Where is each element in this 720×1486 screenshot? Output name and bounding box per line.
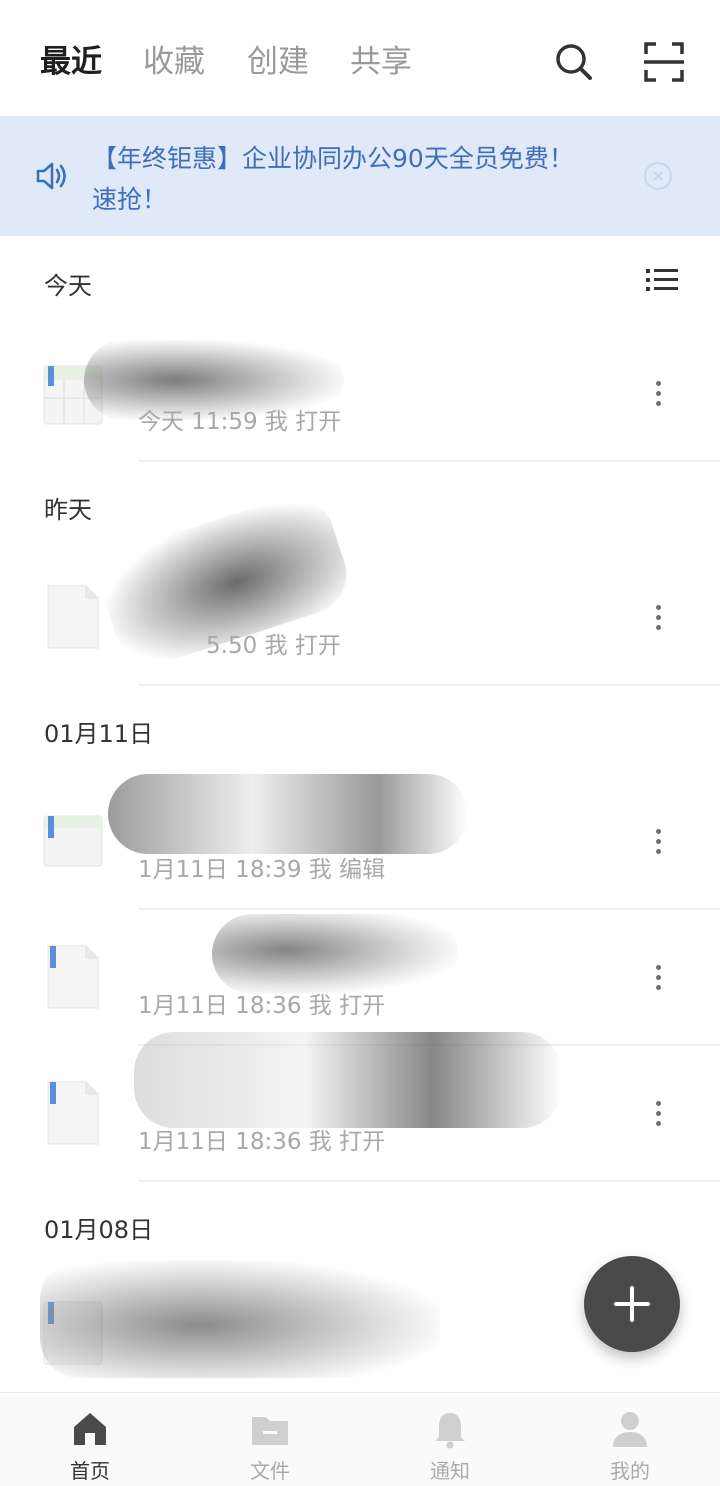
section-label-yesterday: 昨天 [44, 496, 92, 524]
search-icon[interactable] [550, 38, 598, 86]
redacted-filename [40, 1260, 440, 1378]
nav-label: 我的 [610, 1459, 650, 1483]
nav-home[interactable]: 首页 [0, 1393, 180, 1486]
redacted-filename [108, 774, 468, 854]
file-meta: 1月11日 18:36 我 打开 [138, 1129, 386, 1155]
more-options-icon[interactable] [640, 960, 676, 1004]
file-row[interactable]: 5.50 我 打开 [0, 485, 720, 686]
home-icon [70, 1409, 110, 1449]
document-icon [42, 584, 104, 650]
more-options-icon[interactable] [640, 600, 676, 644]
create-new-button[interactable] [584, 1256, 680, 1352]
nav-label: 文件 [250, 1459, 290, 1483]
document-icon [42, 944, 104, 1010]
section-label-today: 今天 [44, 272, 92, 300]
banner-text[interactable]: 【年终钜惠】企业协同办公90天全员免费！速抢！ [92, 138, 592, 220]
person-icon [610, 1409, 650, 1449]
more-options-icon[interactable] [640, 376, 676, 420]
nav-label: 首页 [70, 1459, 110, 1483]
document-icon [42, 1080, 104, 1146]
tab-favorites[interactable]: 收藏 [143, 40, 205, 84]
redacted-filename [134, 1032, 562, 1128]
tab-created[interactable]: 创建 [247, 40, 309, 84]
nav-notifications[interactable]: 通知 [360, 1393, 540, 1486]
more-options-icon[interactable] [640, 824, 676, 868]
file-meta: 今天 11:59 我 打开 [138, 409, 342, 435]
file-row[interactable]: 1月11日 18:39 我 编辑 [0, 774, 720, 910]
file-row[interactable]: 1月11日 18:36 我 打开 [0, 1032, 720, 1182]
bell-icon [430, 1409, 470, 1449]
file-row[interactable]: 今天 11:59 我 打开 [0, 326, 720, 462]
nav-files[interactable]: 文件 [180, 1393, 360, 1486]
file-meta: 1月11日 18:39 我 编辑 [138, 857, 386, 883]
nav-label: 通知 [430, 1459, 470, 1483]
file-meta: 5.50 我 打开 [206, 633, 341, 659]
nav-profile[interactable]: 我的 [540, 1393, 720, 1486]
tab-recent[interactable]: 最近 [40, 40, 102, 84]
tab-shared[interactable]: 共享 [350, 40, 412, 84]
spreadsheet-icon [42, 814, 104, 880]
list-view-icon[interactable] [644, 264, 680, 296]
file-meta: 1月11日 18:36 我 打开 [138, 993, 386, 1019]
divider [138, 684, 720, 686]
more-options-icon[interactable] [640, 1096, 676, 1140]
section-label-jan08: 01月08日 [44, 1216, 154, 1244]
bottom-navigation: 首页 文件 通知 我的 [0, 1392, 720, 1486]
divider [138, 460, 720, 462]
plus-icon [614, 1286, 650, 1322]
divider [138, 1180, 720, 1182]
speaker-icon [34, 160, 70, 196]
scan-icon[interactable] [640, 38, 688, 86]
redacted-filename [212, 914, 458, 994]
folder-icon [250, 1409, 290, 1449]
top-header: 最近 收藏 创建 共享 [0, 0, 720, 116]
file-row[interactable]: 1月11日 18:36 我 打开 [0, 910, 720, 1046]
close-circle-icon[interactable] [642, 160, 674, 192]
section-label-jan11: 01月11日 [44, 720, 154, 748]
